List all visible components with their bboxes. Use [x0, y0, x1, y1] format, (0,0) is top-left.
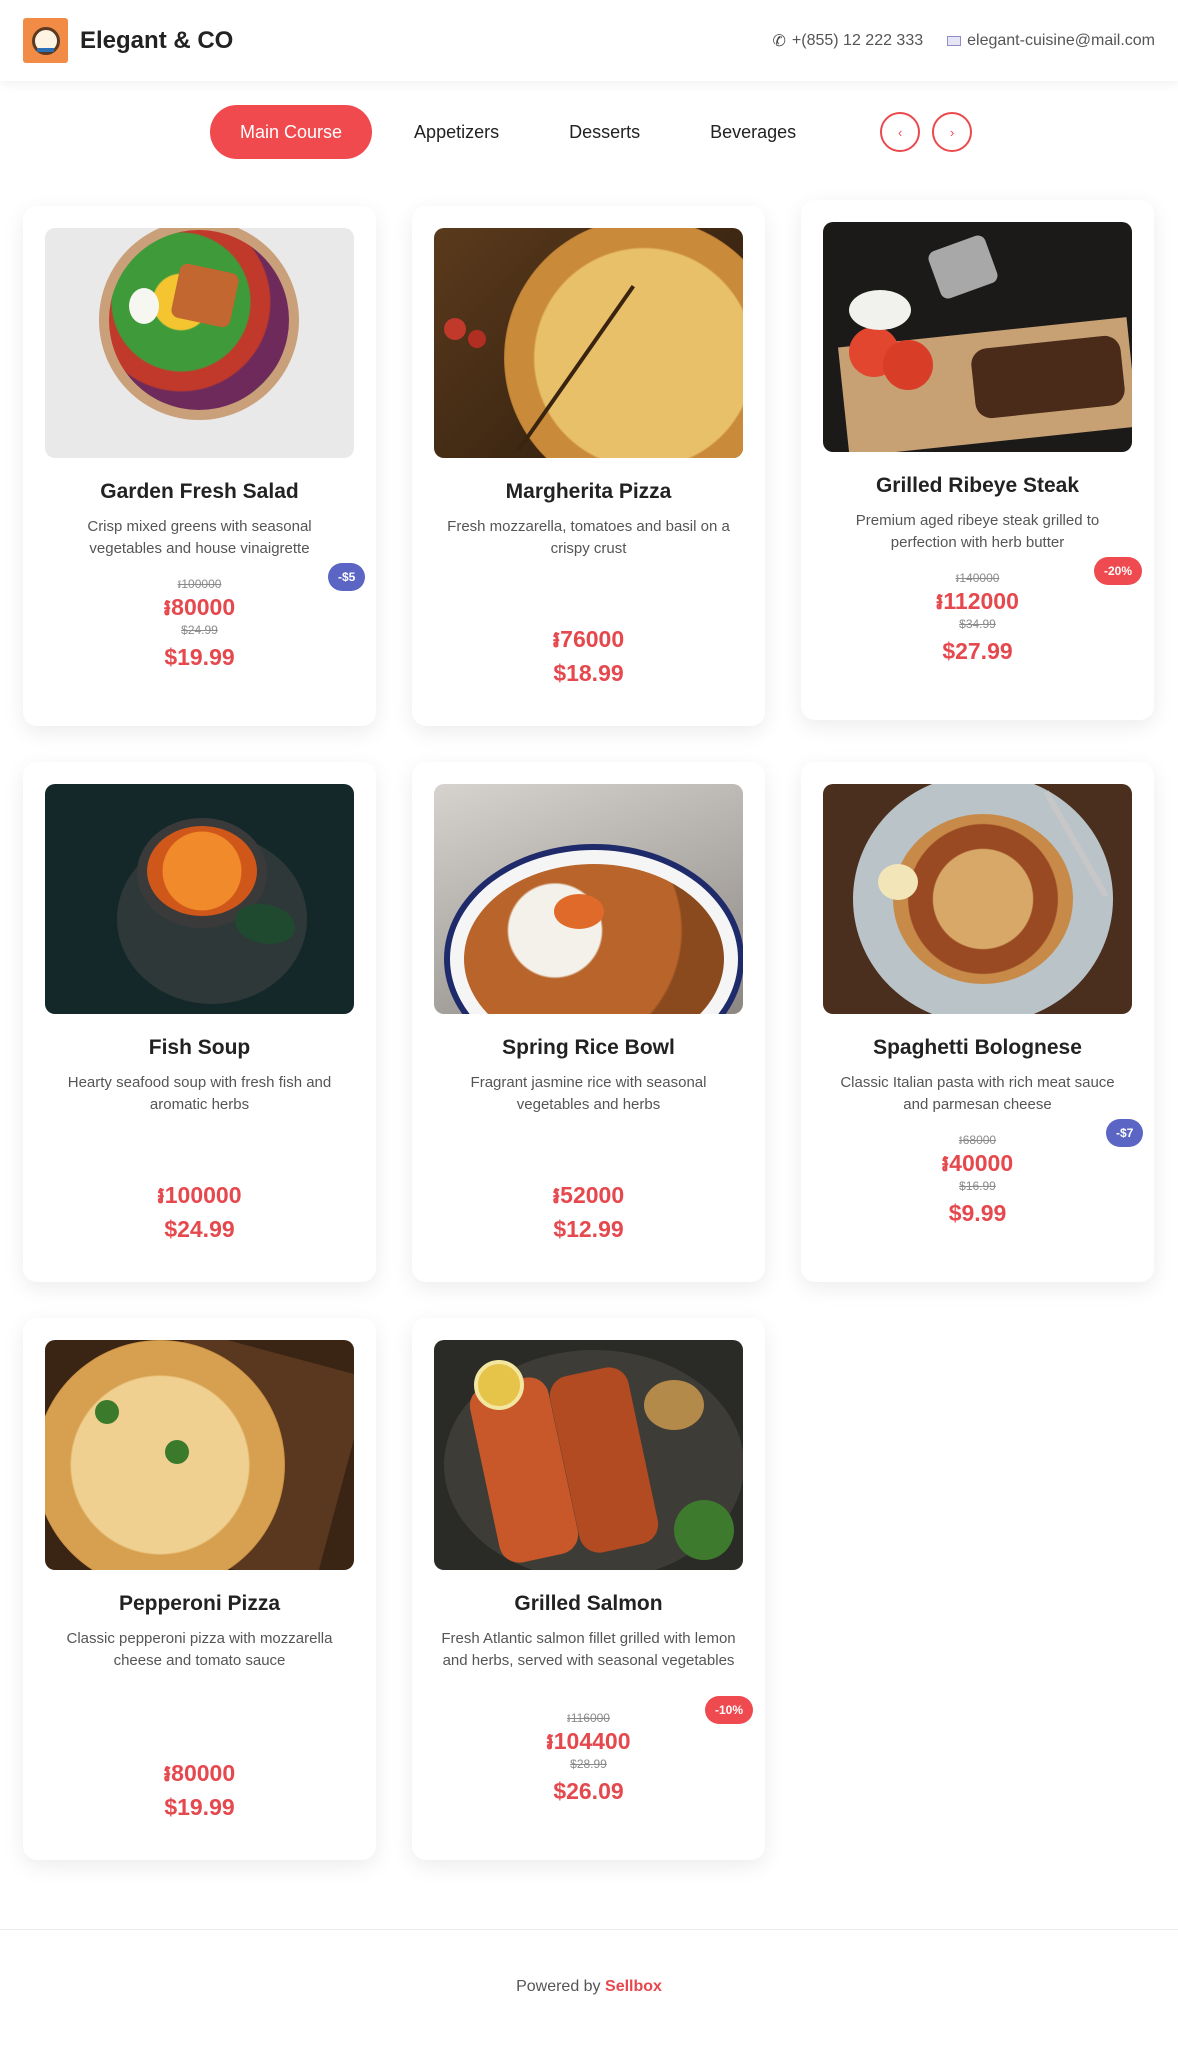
product-image — [45, 1340, 354, 1570]
logo — [23, 18, 68, 63]
product-image — [434, 228, 743, 458]
price-usd: $12.99 — [553, 1216, 624, 1242]
price-khr: ៛80000 — [163, 594, 236, 620]
product-description: Premium aged ribeye steak grilled to per… — [855, 512, 1100, 551]
phone-icon: ✆ — [772, 32, 786, 50]
price-khr: ៛80000 — [163, 1760, 236, 1786]
product-card[interactable]: Spaghetti Bolognese Classic Italian past… — [801, 762, 1154, 1282]
price-block: ៛68000 ៛40000 $16.99 $9.99 — [801, 1132, 1154, 1228]
old-price-usd: $16.99 — [959, 1179, 996, 1193]
footer-divider — [0, 1929, 1178, 1930]
product-card[interactable]: Grilled Ribeye Steak Premium aged ribeye… — [801, 200, 1154, 720]
product-image — [45, 228, 354, 458]
product-image — [45, 784, 354, 1014]
price-usd: $26.09 — [553, 1778, 624, 1804]
old-price-khr: ៛68000 — [958, 1133, 997, 1147]
product-name: Grilled Salmon — [514, 1592, 663, 1615]
price-usd: $9.99 — [948, 1200, 1007, 1226]
phone-contact[interactable]: ✆ +(855) 12 222 333 — [773, 31, 924, 51]
old-price-khr: ៛100000 — [177, 577, 222, 591]
prev-arrow-button[interactable]: ‹ — [880, 112, 921, 152]
price-khr: ៛104400 — [546, 1728, 631, 1754]
product-card[interactable]: Grilled Salmon Fresh Atlantic salmon fil… — [412, 1318, 765, 1860]
product-name: Margherita Pizza — [505, 480, 672, 503]
product-image — [434, 784, 743, 1014]
product-description: Hearty seafood soup with fresh fish and … — [67, 1074, 332, 1113]
price-khr: ៛52000 — [552, 1182, 625, 1208]
email-address: elegant-cuisine@mail.com — [967, 31, 1155, 49]
old-price-khr: ៛116000 — [567, 1711, 610, 1725]
old-price-usd: $34.99 — [959, 617, 996, 631]
price-block: ៛76000 $18.99 — [412, 624, 765, 688]
product-description: Fragrant jasmine rice with seasonal vege… — [470, 1074, 707, 1113]
mail-icon — [947, 35, 962, 46]
price-usd: $18.99 — [553, 660, 624, 686]
brand-name: Elegant & CO — [80, 26, 234, 54]
price-block: ៛80000 $19.99 — [23, 1758, 376, 1822]
price-block: ៛140000 ៛112000 $34.99 $27.99 — [801, 570, 1154, 666]
tab-desserts[interactable]: Desserts — [539, 105, 670, 159]
price-usd: $24.99 — [164, 1216, 235, 1242]
price-khr: ៛112000 — [936, 588, 1019, 614]
price-block: ៛100000 $24.99 — [23, 1180, 376, 1244]
footer-brand-link[interactable]: Sellbox — [605, 1978, 662, 1995]
product-image — [823, 222, 1132, 452]
price-block: ៛100000 ៛80000 $24.99 $19.99 — [23, 576, 376, 672]
old-price-khr: ៛140000 — [955, 571, 1000, 585]
price-usd: $27.99 — [942, 638, 1013, 664]
product-name: Spaghetti Bolognese — [873, 1036, 1082, 1059]
old-price-usd: $24.99 — [181, 623, 218, 637]
footer: Powered by Sellbox — [0, 1978, 1178, 1996]
tab-appetizers[interactable]: Appetizers — [384, 105, 529, 159]
product-card[interactable]: Fish Soup Hearty seafood soup with fresh… — [23, 762, 376, 1282]
product-name: Grilled Ribeye Steak — [875, 474, 1080, 497]
product-description: Fresh mozzarella, tomatoes and basil on … — [447, 518, 730, 557]
next-arrow-button[interactable]: › — [932, 112, 973, 152]
product-description: Classic Italian pasta with rich meat sau… — [840, 1074, 1115, 1113]
product-description: Classic pepperoni pizza with mozzarella … — [66, 1630, 333, 1669]
price-khr: ៛40000 — [941, 1150, 1014, 1176]
brand[interactable]: Elegant & CO — [23, 18, 233, 63]
product-card[interactable]: Garden Fresh Salad Crisp mixed greens wi… — [23, 206, 376, 726]
email-contact[interactable]: elegant-cuisine@mail.com — [947, 32, 1155, 50]
product-name: Garden Fresh Salad — [100, 480, 299, 503]
phone-number: +(855) 12 222 333 — [791, 31, 924, 49]
price-khr: ៛100000 — [157, 1182, 242, 1208]
price-block: ៛116000 ៛104400 $28.99 $26.09 — [412, 1710, 765, 1806]
footer-prefix: Powered by — [516, 1978, 601, 1995]
product-card[interactable]: Spring Rice Bowl Fragrant jasmine rice w… — [412, 762, 765, 1282]
product-description: Crisp mixed greens with seasonal vegetab… — [87, 518, 312, 557]
product-image — [823, 784, 1132, 1014]
price-usd: $19.99 — [164, 1794, 235, 1820]
tab-beverages[interactable]: Beverages — [680, 105, 826, 159]
product-image — [434, 1340, 743, 1570]
product-name: Spring Rice Bowl — [502, 1036, 675, 1059]
old-price-usd: $28.99 — [570, 1757, 607, 1771]
tab-main-course[interactable]: Main Course — [210, 105, 373, 159]
price-usd: $19.99 — [164, 644, 235, 670]
product-card[interactable]: Pepperoni Pizza Classic pepperoni pizza … — [23, 1318, 376, 1860]
product-card[interactable]: Margherita Pizza Fresh mozzarella, tomat… — [412, 206, 765, 726]
product-name: Pepperoni Pizza — [118, 1592, 281, 1615]
contact-info: ✆ +(855) 12 222 333 elegant-cuisine@mail… — [773, 31, 1156, 51]
price-block: ៛52000 $12.99 — [412, 1180, 765, 1244]
category-tabs: Main Course Appetizers Desserts Beverage… — [210, 105, 973, 159]
product-name: Fish Soup — [148, 1036, 251, 1059]
tab-navigation: ‹ › — [880, 112, 973, 152]
product-description: Fresh Atlantic salmon fillet grilled wit… — [441, 1630, 736, 1669]
header: Elegant & CO ✆ +(855) 12 222 333 elegant… — [0, 0, 1178, 81]
price-khr: ៛76000 — [552, 626, 625, 652]
